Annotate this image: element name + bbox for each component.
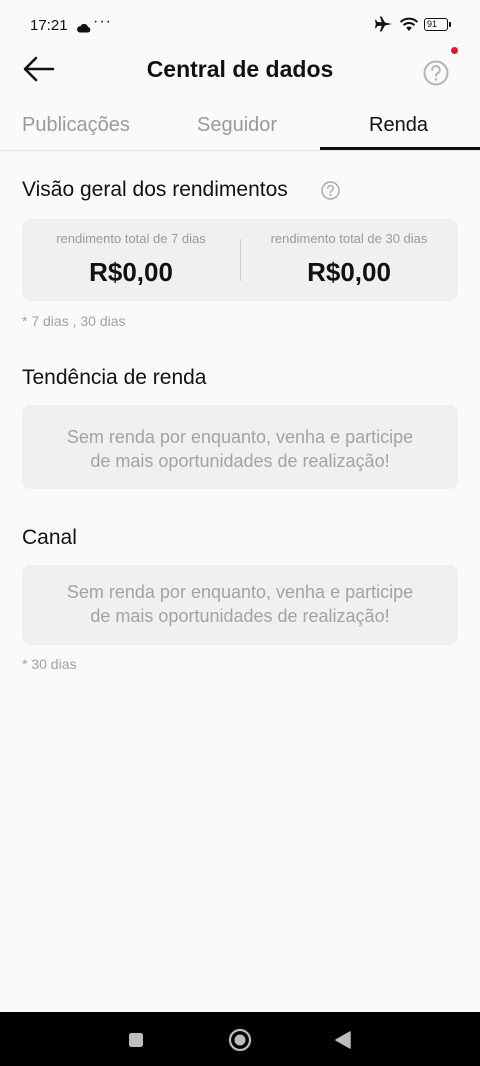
channel-footnote: * 30 dias (22, 656, 77, 672)
tab-renda[interactable]: Renda (369, 114, 428, 137)
channel-title: Canal (22, 526, 77, 549)
square-icon (129, 1033, 143, 1047)
stat-30-days: rendimento total de 30 dias R$0,00 (240, 219, 458, 301)
trend-empty-card: Sem renda por enquanto, venha e particip… (22, 405, 458, 489)
stat-value: R$0,00 (89, 257, 173, 287)
app-header: Central de dados (0, 48, 480, 92)
overview-footnote: * 7 dias , 30 dias (22, 313, 126, 329)
info-question-icon[interactable] (321, 181, 340, 205)
home-circle-icon (228, 1028, 252, 1052)
stat-value: R$0,00 (307, 257, 391, 287)
overview-title: Visão geral dos rendimentos (22, 178, 288, 201)
more-notifications-icon: ··· (93, 13, 112, 30)
tab-bar: Publicações Seguidor Renda (0, 110, 480, 152)
empty-message-line2: de mais oportunidades de realização! (90, 451, 390, 471)
empty-message-line1: Sem renda por enquanto, venha e particip… (66, 427, 414, 447)
stat-7-days: rendimento total de 7 dias R$0,00 (22, 219, 240, 301)
battery-icon: 91 (424, 18, 451, 31)
empty-message-line2: de mais oportunidades de realização! (90, 606, 390, 626)
home-button[interactable] (228, 1028, 252, 1057)
wifi-icon (399, 17, 419, 37)
status-bar: 17:21 ··· 91 (0, 0, 480, 48)
trend-title: Tendência de renda (22, 366, 207, 389)
page-title: Central de dados (146, 56, 334, 82)
airplane-icon (375, 16, 393, 37)
recent-apps-button[interactable] (128, 1032, 144, 1053)
question-circle-icon (423, 60, 449, 86)
status-time: 17:21 (30, 17, 68, 34)
earnings-overview-card: rendimento total de 7 dias R$0,00 rendim… (22, 219, 458, 301)
tab-bar-border (0, 150, 480, 151)
help-button[interactable] (423, 60, 449, 86)
system-nav-bar (0, 1012, 480, 1066)
back-nav-button[interactable] (334, 1030, 352, 1055)
battery-level: 91 (427, 19, 438, 29)
tab-publicacoes[interactable]: Publicações (22, 114, 130, 137)
tab-seguidor[interactable]: Seguidor (197, 114, 277, 137)
notification-dot (451, 47, 458, 54)
active-tab-indicator (320, 147, 480, 150)
empty-message-line1: Sem renda por enquanto, venha e particip… (66, 582, 414, 602)
channel-empty-card: Sem renda por enquanto, venha e particip… (22, 565, 458, 645)
stat-label: rendimento total de 30 dias (270, 231, 428, 246)
stat-label: rendimento total de 7 dias (56, 231, 206, 246)
cloud-icon (76, 20, 91, 38)
triangle-back-icon (335, 1031, 351, 1049)
